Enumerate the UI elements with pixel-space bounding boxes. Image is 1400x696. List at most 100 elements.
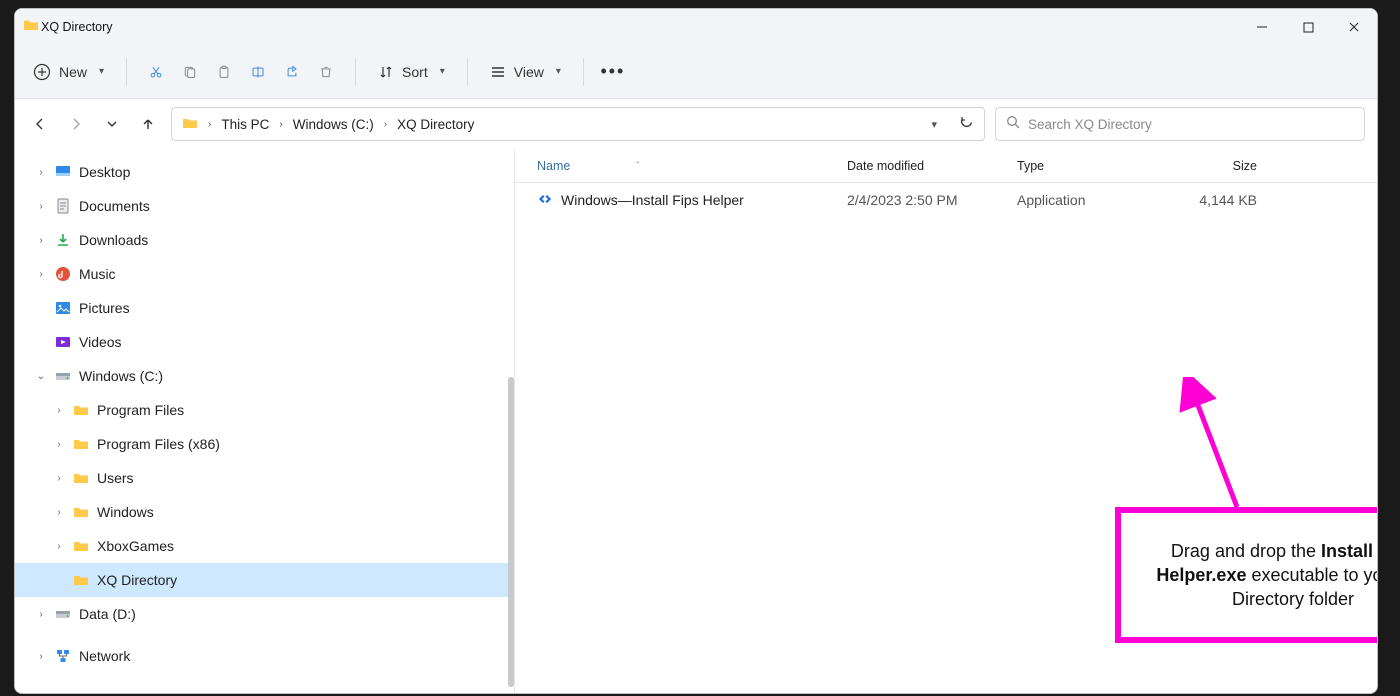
tree-item-icon xyxy=(53,368,73,384)
tree-item-icon xyxy=(71,402,91,418)
tree-item-label: Pictures xyxy=(79,300,130,316)
share-button[interactable] xyxy=(277,55,307,89)
annotation-text: Drag and drop the Install Fips Helper.ex… xyxy=(1147,539,1378,612)
tree-item[interactable]: › Program Files (x86) xyxy=(15,427,514,461)
column-name[interactable]: Name ˆ xyxy=(537,159,847,173)
expand-chevron-icon[interactable]: › xyxy=(47,507,71,518)
column-date[interactable]: Date modified xyxy=(847,159,1017,173)
expand-chevron-icon[interactable]: › xyxy=(29,235,53,246)
new-button[interactable]: New ▾ xyxy=(25,55,112,89)
tree-item-label: Data (D:) xyxy=(79,606,136,622)
tree-item-label: Program Files xyxy=(97,402,184,418)
file-type: Application xyxy=(1017,192,1167,208)
view-label: View xyxy=(514,64,544,80)
breadcrumb-folder[interactable]: XQ Directory xyxy=(397,117,474,132)
tree-item-icon xyxy=(53,334,73,350)
file-row[interactable]: Windows—Install Fips Helper 2/4/2023 2:50… xyxy=(515,183,1377,217)
address-row: › This PC › Windows (C:) › XQ Directory … xyxy=(15,99,1377,149)
tree-item-label: Videos xyxy=(79,334,122,350)
tree-item[interactable]: › Music xyxy=(15,257,514,291)
more-button[interactable]: ••• xyxy=(598,55,628,89)
tree-item[interactable]: XQ Directory xyxy=(15,563,514,597)
tree-item-label: Users xyxy=(97,470,134,486)
tree-item-label: Desktop xyxy=(79,164,130,180)
title-bar: XQ Directory xyxy=(15,9,1377,45)
explorer-window: XQ Directory New ▾ xyxy=(14,8,1378,694)
expand-chevron-icon[interactable]: › xyxy=(29,269,53,280)
delete-button[interactable] xyxy=(311,55,341,89)
tree-item[interactable]: › Users xyxy=(15,461,514,495)
tree-item-icon xyxy=(71,504,91,520)
paste-button[interactable] xyxy=(209,55,239,89)
tree-item-label: XboxGames xyxy=(97,538,174,554)
expand-chevron-icon[interactable]: › xyxy=(47,473,71,484)
file-name: Windows—Install Fips Helper xyxy=(561,192,744,208)
column-headers: Name ˆ Date modified Type Size xyxy=(515,149,1377,183)
tree-item-label: Documents xyxy=(79,198,150,214)
expand-chevron-icon[interactable]: › xyxy=(47,439,71,450)
maximize-button[interactable] xyxy=(1285,9,1331,45)
chevron-down-icon: ▾ xyxy=(556,66,561,77)
column-type[interactable]: Type xyxy=(1017,159,1167,173)
tree-item-label: Program Files (x86) xyxy=(97,436,220,452)
tree-item[interactable]: › Program Files xyxy=(15,393,514,427)
view-button[interactable]: View ▾ xyxy=(482,55,569,89)
search-bar[interactable] xyxy=(995,107,1365,141)
search-icon xyxy=(1006,115,1020,134)
file-list-pane: Name ˆ Date modified Type Size Windows—I… xyxy=(515,149,1377,693)
application-icon xyxy=(537,191,553,210)
file-date: 2/4/2023 2:50 PM xyxy=(847,192,1017,208)
separator xyxy=(126,58,127,86)
breadcrumb-root[interactable]: This PC xyxy=(221,117,269,132)
tree-item-icon xyxy=(53,198,73,214)
tree-item[interactable]: › Data (D:) xyxy=(15,597,514,631)
close-button[interactable] xyxy=(1331,9,1377,45)
tree-item[interactable]: ›Network xyxy=(15,639,514,673)
tree-item[interactable]: ›Downloads xyxy=(15,223,514,257)
tree-item[interactable]: ›Windows xyxy=(15,495,514,529)
separator xyxy=(467,58,468,86)
window-controls xyxy=(1239,9,1377,45)
cut-button[interactable] xyxy=(141,55,171,89)
up-button[interactable] xyxy=(135,111,161,137)
annotation-arrow xyxy=(1177,377,1257,517)
tree-item-label: Music xyxy=(79,266,116,282)
expand-chevron-icon[interactable]: ⌄ xyxy=(29,371,53,382)
recent-button[interactable] xyxy=(99,111,125,137)
search-input[interactable] xyxy=(1028,117,1354,132)
expand-chevron-icon[interactable]: › xyxy=(47,541,71,552)
breadcrumb-drive[interactable]: Windows (C:) xyxy=(293,117,374,132)
expand-chevron-icon[interactable]: › xyxy=(47,405,71,416)
window-title: XQ Directory xyxy=(41,20,113,34)
sort-button[interactable]: Sort ▾ xyxy=(370,55,453,89)
tree-item[interactable]: Videos xyxy=(15,325,514,359)
expand-chevron-icon[interactable]: › xyxy=(29,651,53,662)
column-size[interactable]: Size xyxy=(1167,159,1257,173)
expand-chevron-icon[interactable]: › xyxy=(29,201,53,212)
chevron-down-icon: ▾ xyxy=(440,66,445,77)
address-bar[interactable]: › This PC › Windows (C:) › XQ Directory … xyxy=(171,107,985,141)
expand-chevron-icon[interactable]: › xyxy=(29,609,53,620)
separator xyxy=(355,58,356,86)
chevron-right-icon: › xyxy=(279,119,282,130)
copy-button[interactable] xyxy=(175,55,205,89)
tree-item[interactable]: › Documents xyxy=(15,189,514,223)
rename-button[interactable] xyxy=(243,55,273,89)
new-label: New xyxy=(59,64,87,80)
tree-item-label: Windows (C:) xyxy=(79,368,163,384)
folder-icon xyxy=(182,115,198,134)
minimize-button[interactable] xyxy=(1239,9,1285,45)
navigation-tree: ›Desktop›Documents›Downloads›MusicPictur… xyxy=(15,149,515,693)
scrollbar-thumb[interactable] xyxy=(508,377,514,687)
expand-chevron-icon[interactable]: › xyxy=(29,167,53,178)
annotation-callout: Drag and drop the Install Fips Helper.ex… xyxy=(1115,507,1378,643)
tree-item[interactable]: ⌄ Windows (C:) xyxy=(15,359,514,393)
forward-button[interactable] xyxy=(63,111,89,137)
tree-item[interactable]: › Desktop xyxy=(15,155,514,189)
back-button[interactable] xyxy=(27,111,53,137)
toolbar: New ▾ Sort ▾ View ▾ xyxy=(15,45,1377,99)
refresh-button[interactable] xyxy=(959,115,974,133)
tree-item[interactable]: › XboxGames xyxy=(15,529,514,563)
tree-item[interactable]: Pictures xyxy=(15,291,514,325)
chevron-down-icon[interactable]: ▾ xyxy=(931,118,937,131)
